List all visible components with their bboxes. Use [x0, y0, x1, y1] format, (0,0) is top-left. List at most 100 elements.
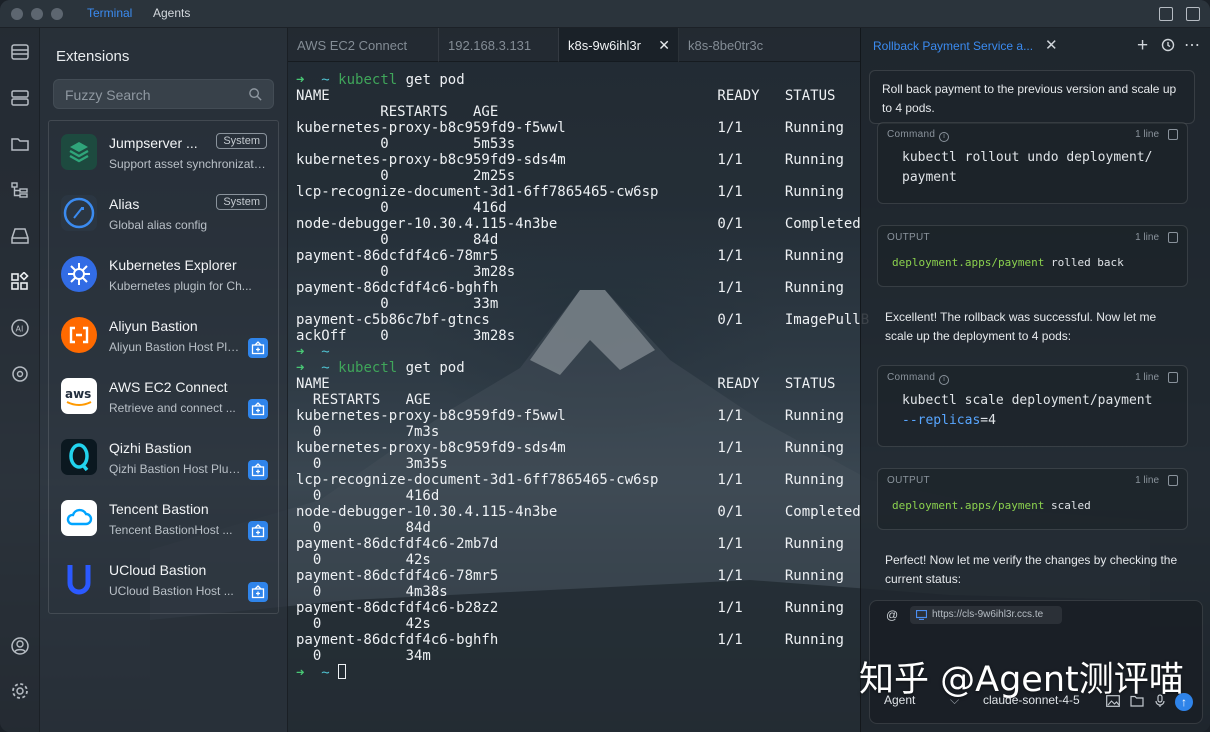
copy-icon[interactable] [1168, 129, 1178, 140]
microphone-icon[interactable] [1155, 694, 1165, 708]
terminal-line: RESTARTS AGE [296, 104, 499, 120]
folder-icon[interactable] [10, 134, 30, 154]
context-chip-label: https://cls-9w6ihl3r.ccs.te [932, 609, 1044, 620]
terminal-prompt: ➜ ~ kubectl get pod [296, 360, 465, 376]
mode-selector[interactable]: Agent [884, 693, 915, 707]
model-selector[interactable]: claude-sonnet-4-5 [983, 693, 1080, 707]
tree-icon[interactable] [10, 180, 30, 200]
terminal-prompt-cursor: ➜ ~ [296, 664, 347, 681]
aws-logo-icon: aws [61, 378, 97, 414]
terminal-line: payment-c5b86c7bf-gtncs 0/1 ImagePullB [296, 312, 870, 328]
terminal-line: 0 416d [296, 200, 507, 216]
terminal-line: 0 42s [296, 552, 431, 568]
install-button[interactable] [248, 460, 268, 480]
terminal-line: payment-86dcfdf4c6-bghfh 1/1 Running [296, 280, 844, 296]
extension-item-ucloud[interactable]: UCloud Bastion UCloud Bastion Host ... [49, 548, 278, 609]
extension-list: Jumpserver ... System Support asset sync… [48, 120, 279, 614]
install-button[interactable] [248, 582, 268, 602]
inbox-icon[interactable] [10, 226, 30, 246]
extension-desc: Global alias config [109, 218, 208, 232]
extension-desc: Qizhi Bastion Host Plugin [109, 462, 243, 476]
plus-icon[interactable]: + [1137, 36, 1148, 55]
extension-item-qizhi[interactable]: Qizhi Bastion Qizhi Bastion Host Plugin [49, 426, 278, 487]
toggle-right-panel-icon[interactable] [1186, 7, 1200, 21]
terminal-tab-aws[interactable]: AWS EC2 Connect [288, 28, 439, 62]
terminal-tab-192[interactable]: 192.168.3.131 [439, 28, 559, 62]
close-icon[interactable]: ✕ [1045, 36, 1058, 54]
install-button[interactable] [248, 338, 268, 358]
ucloud-logo-icon [61, 561, 97, 597]
extension-name: Kubernetes Explorer [109, 257, 237, 273]
helm-icon[interactable] [10, 364, 30, 384]
tab-label: k8s-9w6ihl3r [568, 38, 641, 53]
terminal-tab-k8s-9w6ihl3r[interactable]: k8s-9w6ihl3r ✕ [559, 28, 679, 62]
output-card: OUTPUT 1 line deployment.apps/payment sc… [877, 468, 1188, 530]
extension-desc: Tencent BastionHost ... [109, 523, 233, 537]
card-label: Command i [887, 129, 950, 142]
context-chip[interactable]: https://cls-9w6ihl3r.ccs.te [910, 606, 1062, 624]
zoom-window-button[interactable] [51, 8, 63, 20]
alias-logo-icon [61, 195, 97, 231]
extensions-icon[interactable] [10, 271, 30, 292]
system-badge: System [216, 194, 267, 210]
history-icon[interactable] [1161, 38, 1175, 56]
folder-icon[interactable] [1130, 695, 1144, 707]
extension-item-kubernetes[interactable]: Kubernetes Explorer Kubernetes plugin fo… [49, 243, 278, 304]
line-count: 1 line [1135, 372, 1159, 383]
terminal-tab-bar: AWS EC2 Connect 192.168.3.131 k8s-9w6ihl… [288, 28, 860, 62]
mention-icon[interactable]: @ [886, 608, 898, 622]
gear-icon[interactable] [10, 681, 30, 701]
terminal-line: 0 42s [296, 616, 431, 632]
terminal-line: kubernetes-proxy-b8c959fd9-f5wwl 1/1 Run… [296, 408, 844, 424]
activity-rail: AI [0, 28, 40, 732]
extension-item-aliyun[interactable]: Aliyun Bastion Aliyun Bastion Host Plugi… [49, 304, 278, 365]
terminal-line: ackOff 0 3m28s [296, 328, 516, 344]
send-button[interactable]: ↑ [1175, 693, 1193, 711]
user-avatar-icon[interactable] [10, 636, 30, 656]
copy-icon[interactable] [1168, 475, 1178, 486]
list-icon[interactable] [10, 42, 30, 62]
close-icon[interactable]: ✕ [658, 37, 670, 54]
server-settings-icon[interactable] [10, 88, 30, 108]
title-bar: Terminal Agents [0, 0, 1210, 28]
system-badge: System [216, 133, 267, 149]
install-button[interactable] [248, 521, 268, 541]
terminal-line: NAME READY STATUS [296, 376, 836, 392]
copy-icon[interactable] [1168, 372, 1178, 383]
extension-item-aws[interactable]: aws AWS EC2 Connect Retrieve and connect… [49, 365, 278, 426]
terminal-line: 0 2m25s [296, 168, 516, 184]
terminal-line: kubernetes-proxy-b8c959fd9-sds4m 1/1 Run… [296, 440, 844, 456]
card-label: OUTPUT [887, 232, 930, 243]
terminal-line: payment-86dcfdf4c6-78mr5 1/1 Running [296, 568, 844, 584]
terminal-line: payment-86dcfdf4c6-78mr5 1/1 Running [296, 248, 844, 264]
terminal-line: RESTARTS AGE [296, 392, 431, 408]
agent-session-tab[interactable]: Rollback Payment Service a... [873, 39, 1038, 53]
minimize-window-button[interactable] [31, 8, 43, 20]
extension-name: UCloud Bastion [109, 562, 207, 578]
chevron-down-icon[interactable]: ⌵ [950, 693, 959, 708]
terminal-line: 0 5m53s [296, 136, 516, 152]
extension-desc: Retrieve and connect ... [109, 401, 236, 415]
line-count: 1 line [1135, 129, 1159, 140]
qizhi-logo-icon [61, 439, 97, 475]
command-code: kubectl rollout undo deployment/ payment [902, 150, 1153, 185]
extension-item-alias[interactable]: Alias System Global alias config [49, 182, 278, 243]
ai-icon[interactable]: AI [10, 318, 30, 338]
tab-agents[interactable]: Agents [153, 6, 190, 20]
more-icon[interactable]: ⋯ [1184, 38, 1200, 54]
extension-item-tencent[interactable]: Tencent Bastion Tencent BastionHost ... [49, 487, 278, 548]
image-icon[interactable] [1106, 695, 1120, 707]
toggle-sidebar-icon[interactable] [1159, 7, 1173, 21]
terminal-line: 0 4m38s [296, 584, 448, 600]
search-input[interactable]: Fuzzy Search [53, 79, 274, 109]
terminal-output[interactable]: ➜ ~ kubectl get pod NAME READY STATUS RES… [288, 62, 869, 732]
close-window-button[interactable] [11, 8, 23, 20]
terminal-tab-k8s-8be0tr3c[interactable]: k8s-8be0tr3c [679, 28, 860, 62]
install-button[interactable] [248, 399, 268, 419]
card-label: OUTPUT [887, 475, 930, 486]
extension-item-jumpserver[interactable]: Jumpserver ... System Support asset sync… [49, 121, 278, 182]
tab-terminal[interactable]: Terminal [87, 6, 132, 20]
copy-icon[interactable] [1168, 232, 1178, 243]
user-message: Roll back payment to the previous versio… [869, 70, 1195, 124]
svg-text:aws: aws [65, 387, 91, 401]
